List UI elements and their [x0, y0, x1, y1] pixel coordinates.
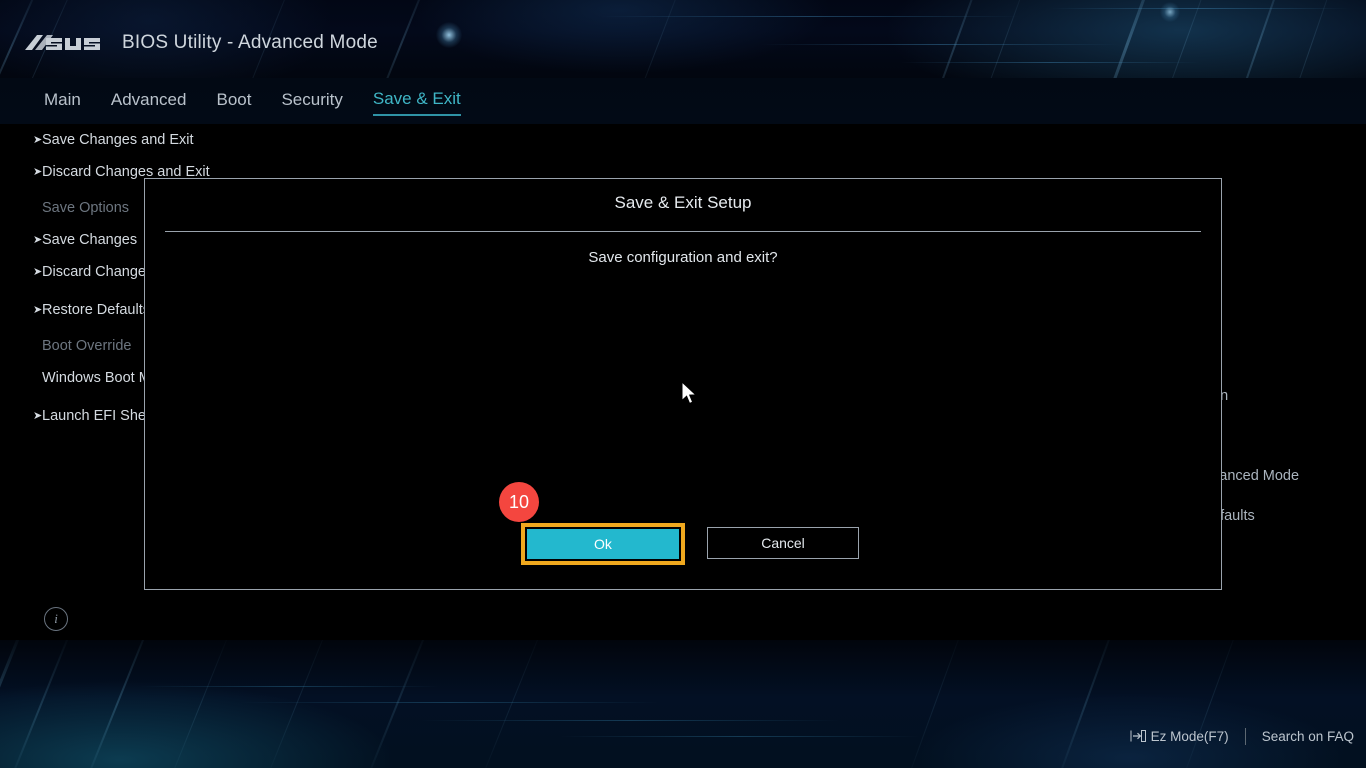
menu-item-save-changes-and-exit[interactable]: ➤ Save Changes and Exit: [0, 124, 420, 156]
dialog-message: Save configuration and exit?: [588, 249, 778, 266]
ez-mode-button[interactable]: Ez Mode(F7): [1130, 729, 1229, 744]
tab-security[interactable]: Security: [281, 90, 342, 115]
dialog-title: Save & Exit Setup: [614, 193, 752, 212]
footer-actions: Ez Mode(F7) Search on FAQ: [1130, 724, 1358, 748]
chevron-right-icon: ➤: [33, 410, 43, 422]
footer-artwork: [0, 640, 1366, 768]
menu-item-label: Save Changes: [42, 232, 138, 248]
asus-logo: [25, 34, 100, 50]
bios-screen: BIOS Utility - Advanced Mode Main Advanc…: [0, 0, 1366, 768]
menu-item-label: Discard Changes: [42, 264, 154, 280]
chevron-right-icon: ➤: [33, 134, 43, 146]
cancel-button[interactable]: Cancel: [707, 527, 859, 559]
dialog-title-divider: [165, 231, 1201, 232]
ez-mode-label: Ez Mode(F7): [1150, 728, 1229, 744]
ok-button[interactable]: Ok: [527, 529, 679, 559]
menu-item-label: Save Changes and Exit: [42, 132, 194, 148]
info-icon[interactable]: i: [44, 607, 68, 631]
tab-main[interactable]: Main: [44, 90, 81, 115]
brand-bar: BIOS Utility - Advanced Mode: [0, 26, 700, 60]
main-tab-bar: Main Advanced Boot Security Save & Exit: [0, 78, 1366, 124]
ez-mode-icon: [1130, 730, 1146, 742]
tab-advanced[interactable]: Advanced: [111, 90, 187, 115]
tab-save-exit[interactable]: Save & Exit: [372, 89, 461, 116]
chevron-right-icon: ➤: [33, 166, 43, 178]
chevron-right-icon: ➤: [33, 304, 43, 316]
ok-button-highlight: Ok: [521, 523, 685, 565]
hotkey-label-clipped-3: vanced Mode: [1212, 468, 1300, 484]
footer-divider: [1244, 727, 1246, 745]
chevron-right-icon: ➤: [33, 266, 43, 278]
tab-boot[interactable]: Boot: [216, 90, 251, 115]
menu-section-label: Save Options: [42, 200, 130, 216]
search-on-faq-button[interactable]: Search on FAQ: [1262, 729, 1358, 744]
dialog-button-row: Ok Cancel: [521, 523, 859, 565]
page-title: BIOS Utility - Advanced Mode: [122, 32, 378, 53]
save-exit-dialog: Save & Exit Setup Save configuration and…: [144, 178, 1222, 590]
chevron-right-icon: ➤: [33, 234, 43, 246]
step-badge: 10: [499, 482, 539, 522]
menu-item-label: Restore Defaults: [42, 302, 150, 318]
menu-section-label: Boot Override: [42, 338, 132, 354]
top-banner: BIOS Utility - Advanced Mode: [0, 0, 1366, 78]
